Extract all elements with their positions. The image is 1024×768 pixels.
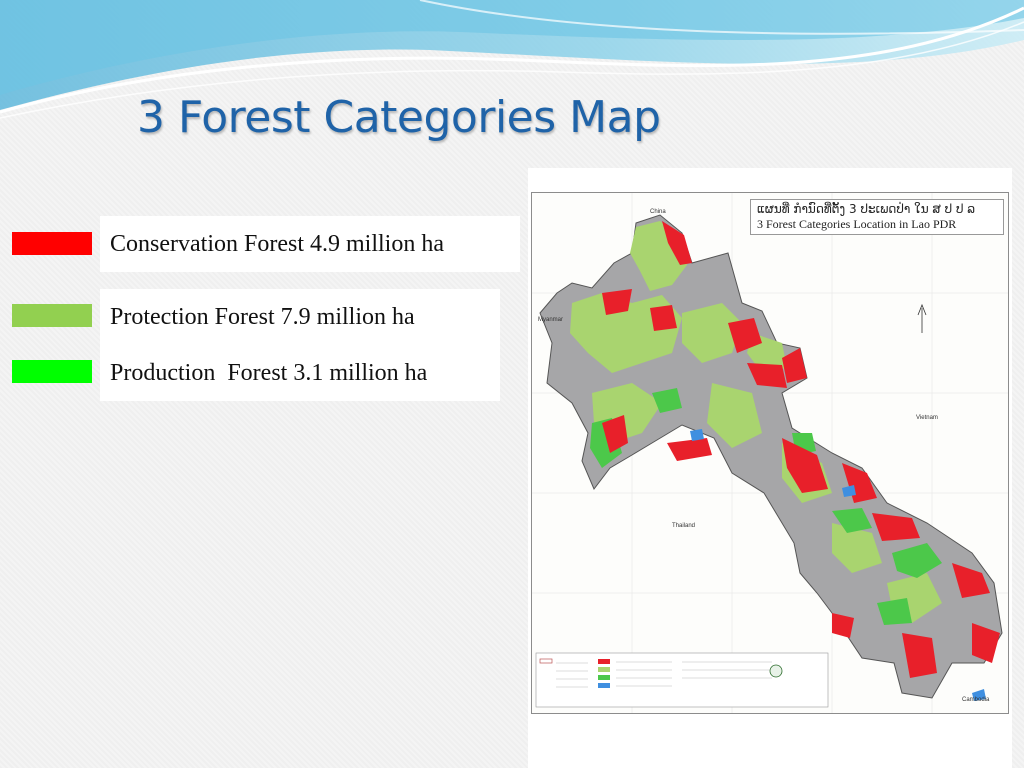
legend-label-conservation: Conservation Forest 4.9 million ha [100,216,520,272]
label-myanmar: Myanmar [538,317,564,323]
label-thailand: Thailand [672,523,696,529]
ministry-seal-icon [769,664,783,678]
forest-categories-map: ແຜນທີ່ ກຳນົດທີ່ຕັ້ງ 3 ປະເພດປ່າ ໃນ ສ ປ ປ … [531,192,1009,714]
conservation-swatch [12,232,92,255]
protection-swatch [12,304,92,327]
slide-title: 3 Forest Categories Map [137,92,661,143]
label-cambodia: Cambodia [962,697,990,703]
legend-label-protection: Protection Forest 7.9 million ha [100,289,500,345]
label-china: China [650,209,666,215]
production-swatch [12,360,92,383]
label-vietnam: Vietnam [916,415,938,421]
lao-map-image [532,193,1008,713]
map-legend-box [535,652,829,708]
map-title-en: 3 Forest Categories Location in Lao PDR [757,217,957,231]
map-title-lao: ແຜນທີ່ ກຳນົດທີ່ຕັ້ງ 3 ປະເພດປ່າ ໃນ ສ ປ ປ … [757,202,976,216]
north-arrow-icon [917,303,927,333]
legend-label-production: Production Forest 3.1 million ha [100,345,500,401]
map-title-box: ແຜນທີ່ ກຳນົດທີ່ຕັ້ງ 3 ປະເພດປ່າ ໃນ ສ ປ ປ … [750,199,1004,235]
